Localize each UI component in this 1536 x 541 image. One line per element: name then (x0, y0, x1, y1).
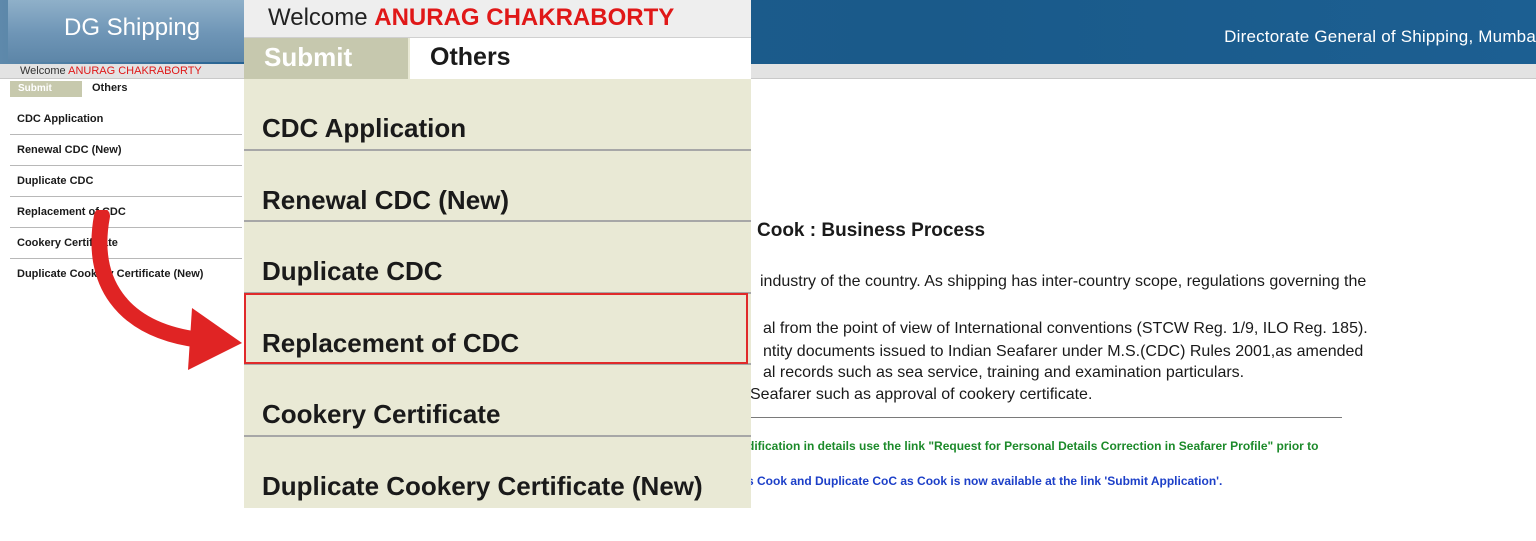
notice-green: dification in details use the link "Requ… (747, 439, 1319, 453)
menu-item-label: CDC Application (262, 113, 467, 143)
zoomed-menu-panel: Welcome ANURAG CHAKRABORTY Submit Others… (244, 0, 751, 508)
menu-item-label: Duplicate CDC (262, 256, 443, 286)
menu-item-label: Renewal CDC (New) (262, 184, 510, 215)
tab-strip-filler (528, 38, 751, 79)
tab-others-label: Others (92, 82, 128, 94)
tab-others[interactable]: Others (410, 38, 528, 79)
tab-submit[interactable]: Submit (244, 38, 408, 79)
menu-item-duplicate-cdc[interactable]: Duplicate CDC (244, 222, 751, 294)
menu-item-cdc-application[interactable]: CDC Application (244, 79, 751, 151)
body-text: Seafarer such as approval of cookery cer… (750, 386, 1093, 403)
tab-others-small[interactable]: Others (82, 81, 144, 97)
menu-item-duplicate-cookery[interactable]: Duplicate Cookery Certificate (New) (244, 437, 751, 509)
user-name: ANURAG CHAKRABORTY (68, 65, 202, 77)
body-text: ntity documents issued to Indian Seafare… (763, 343, 1364, 360)
highlight-box (244, 293, 748, 364)
welcome-label: Welcome (268, 4, 368, 31)
sidebar-item-duplicate-cdc[interactable]: Duplicate CDC (10, 166, 242, 197)
tab-submit-label: Submit (264, 42, 353, 72)
notice-blue: s Cook and Duplicate CoC as Cook is now … (747, 474, 1223, 488)
welcome-label: Welcome (20, 65, 66, 77)
organization-name: Directorate General of Shipping, Mumba (1224, 27, 1536, 46)
user-name: ANURAG CHAKRABORTY (374, 4, 675, 31)
body-text: industry of the country. As shipping has… (760, 273, 1367, 290)
tab-others-label: Others (430, 43, 511, 71)
sidebar-item-renewal-cdc[interactable]: Renewal CDC (New) (10, 135, 242, 166)
body-text: al from the point of view of Internation… (763, 320, 1368, 337)
menu-item-renewal-cdc[interactable]: Renewal CDC (New) (244, 151, 751, 222)
curved-arrow-icon (91, 210, 242, 370)
menu-item-label: Cookery Certificate (262, 399, 501, 429)
welcome-bar (0, 64, 1536, 79)
page-title: Cook : Business Process (757, 220, 986, 241)
menu-item-label: Duplicate Cookery Certificate (New) (262, 470, 703, 501)
logo-text: DG Shipping (64, 14, 201, 41)
welcome-text-small: Welcome ANURAG CHAKRABORTY (20, 65, 202, 77)
zoomed-welcome-text: Welcome ANURAG CHAKRABORTY (268, 4, 674, 32)
menu-item-cookery-certificate[interactable]: Cookery Certificate (244, 365, 751, 437)
body-text: al records such as sea service, training… (763, 364, 1245, 381)
tab-submit-label: Submit (18, 83, 52, 94)
tab-submit-small[interactable]: Submit (10, 81, 82, 97)
sidebar-item-cdc-application[interactable]: CDC Application (10, 104, 242, 135)
divider (745, 417, 1342, 418)
